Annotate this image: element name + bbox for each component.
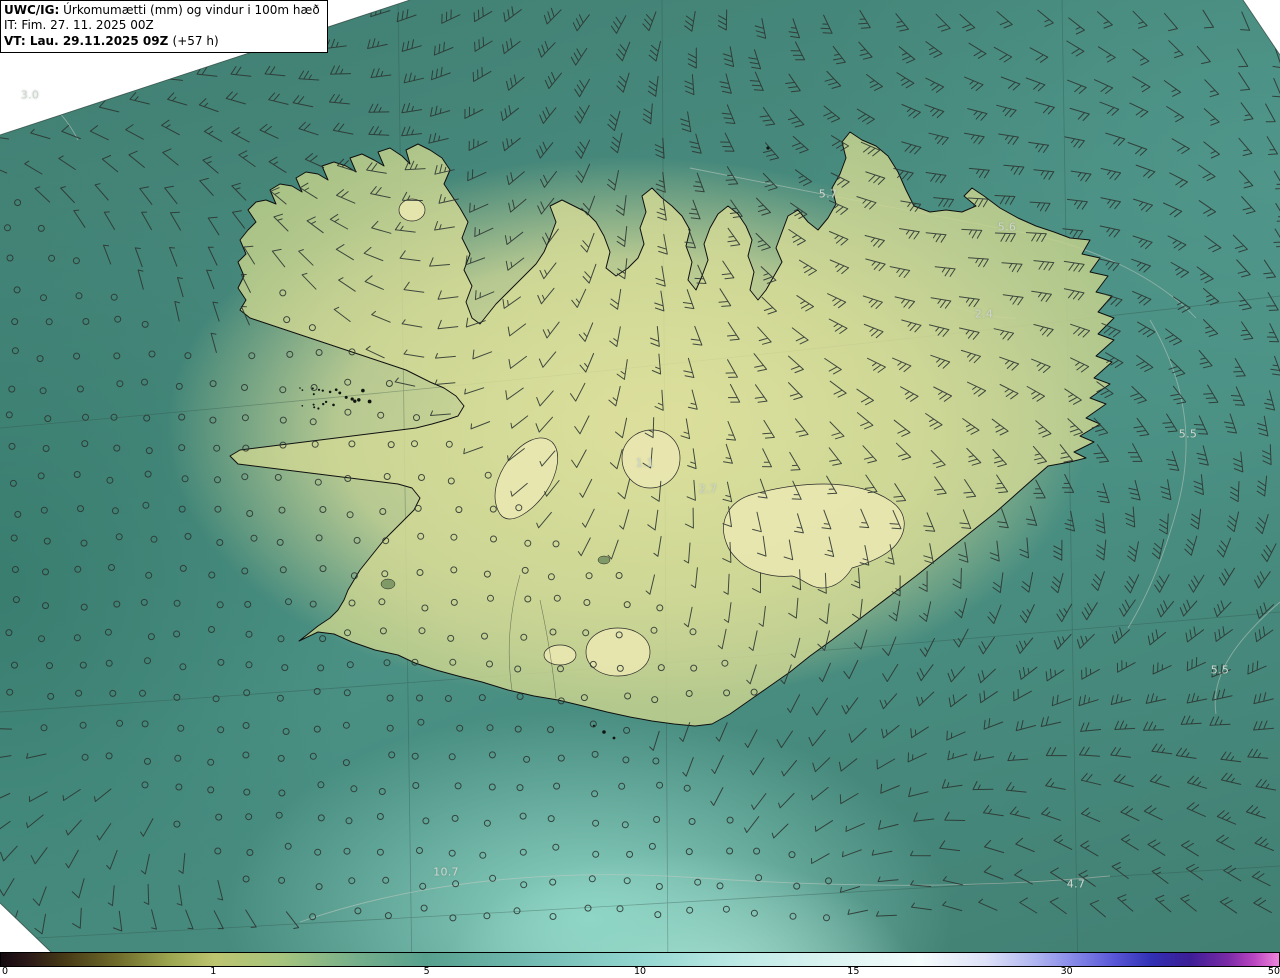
colorbar-tick: 50	[1267, 966, 1280, 977]
map-overlay	[0, 0, 1280, 978]
init-label: IT:	[4, 18, 18, 33]
iceland-coastline	[229, 131, 1115, 727]
title-box: UWC/IG: Úrkomumætti (mm) og vindur i 100…	[0, 0, 328, 54]
colorbar: 0 1 5 10 15 30 50	[0, 952, 1280, 978]
colorbar-gradient	[0, 952, 1280, 967]
valid-time-line: VT: Lau. 29.11.2025 09Z (+57 h)	[4, 34, 320, 49]
colorbar-tick: 30	[1060, 966, 1073, 977]
valid-value: Lau. 29.11.2025 09Z	[29, 33, 169, 48]
valid-offset: (+57 h)	[172, 33, 219, 48]
model-label: UWC/IG:	[4, 3, 60, 17]
colorbar-tick: 10	[633, 966, 647, 977]
colorbar-ticks: 0 1 5 10 15 30 50	[0, 966, 1280, 978]
colorbar-tick: 0	[2, 966, 9, 977]
init-value: Fim. 27. 11. 2025 00Z	[21, 18, 154, 33]
valid-label: VT:	[4, 33, 26, 48]
weather-map: 3.0 5.7 5.6 2.4 5.5 1.1 2.7 5.5 10.7 4.7 UWC/IG: …	[0, 0, 1280, 978]
glacier-eyjafjallajokull	[543, 644, 577, 666]
glacier-drangajokull	[398, 198, 426, 222]
map-title-line: UWC/IG: Úrkomumætti (mm) og vindur i 100…	[4, 3, 320, 18]
colorbar-tick: 1	[210, 966, 217, 977]
colorbar-tick: 15	[847, 966, 860, 977]
glacier-myrdalsjokull	[585, 627, 651, 677]
colorbar-tick: 5	[423, 966, 430, 977]
map-title: Úrkomumætti (mm) og vindur i 100m hæð	[63, 3, 320, 17]
init-time-line: IT: Fim. 27. 11. 2025 00Z	[4, 18, 320, 33]
